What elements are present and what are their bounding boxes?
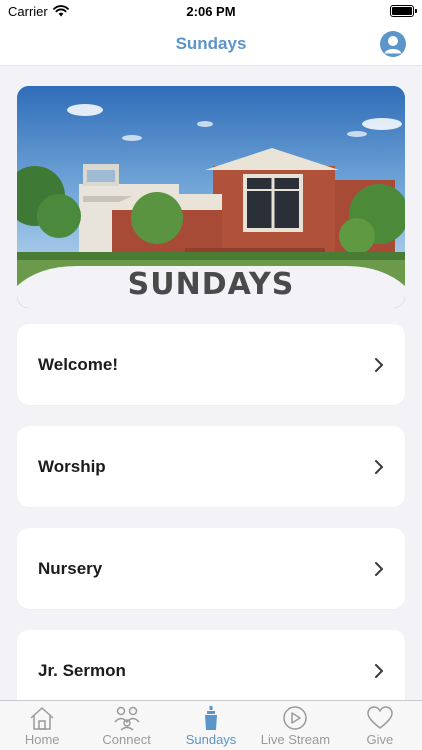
hero-title: SUNDAYS [127,266,295,302]
card-label: Nursery [38,558,103,578]
pulpit-icon [205,706,218,730]
tab-give[interactable]: Give [338,701,422,750]
card-jr-sermon[interactable]: Jr. Sermon [17,630,405,711]
tab-live-stream[interactable]: Live Stream [253,701,337,750]
tab-label: Live Stream [260,732,331,747]
tab-bar: Home Connect Sundays Live Stream Give [0,700,422,750]
tab-connect[interactable]: Connect [84,701,168,750]
profile-button[interactable] [380,31,406,57]
card-label: Worship [38,456,106,476]
person-circle-icon [384,36,402,54]
status-bar: Carrier 2:06 PM [0,0,422,22]
chevron-right-icon [375,561,383,576]
chevron-right-icon [375,357,383,372]
tab-label: Sundays [185,732,237,747]
tab-home[interactable]: Home [0,701,84,750]
card-nursery[interactable]: Nursery [17,528,405,609]
navigation-bar: Sundays [0,22,422,66]
card-label: Welcome! [38,354,118,374]
tab-label: Home [24,732,60,747]
page-title: Sundays [175,33,247,53]
chevron-right-icon [375,663,383,678]
tab-sundays[interactable]: Sundays [169,701,253,750]
heart-icon [367,706,393,729]
card-welcome[interactable]: Welcome! [17,324,405,405]
chevron-right-icon [375,459,383,474]
card-worship[interactable]: Worship [17,426,405,507]
hero-banner: SUNDAYS [17,86,405,308]
card-label: Jr. Sermon [38,660,126,680]
house-icon [30,707,54,730]
play-circle-icon [283,706,308,730]
hero-caption: SUNDAYS [17,260,405,308]
battery-icon [390,5,417,17]
tab-label: Give [366,732,394,747]
status-time: 2:06 PM [186,3,236,19]
tab-label: Connect [102,732,151,747]
people-icon [114,706,140,731]
